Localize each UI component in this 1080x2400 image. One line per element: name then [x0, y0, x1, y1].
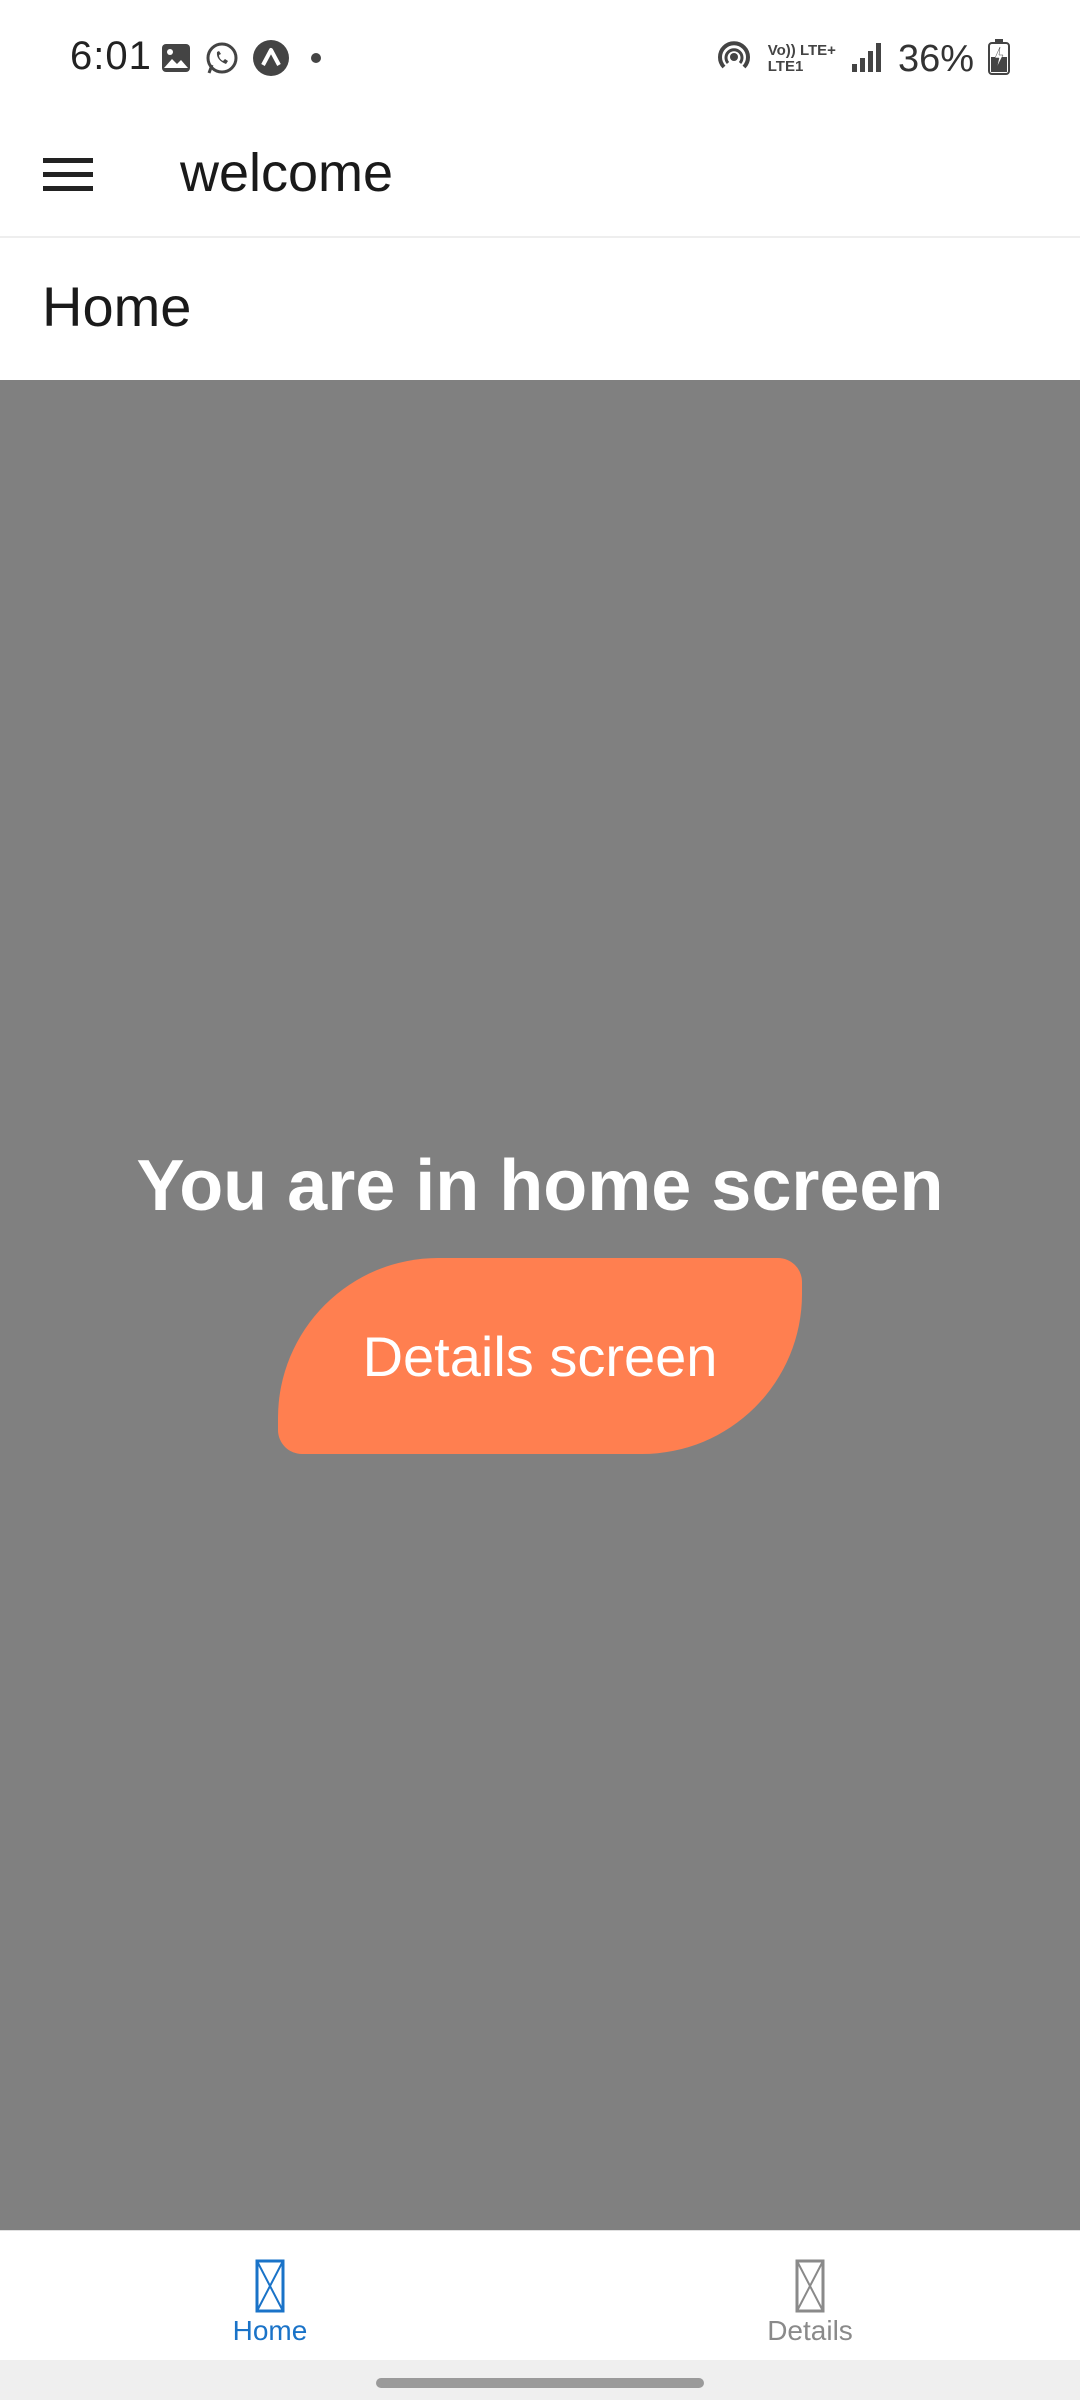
- page-header: Home: [0, 238, 1080, 380]
- main-content: You are in home screen Details screen: [0, 380, 1080, 2230]
- bottom-tab-bar: Home Details: [0, 2230, 1080, 2361]
- hotspot-icon: [714, 37, 754, 82]
- details-screen-button[interactable]: Details screen: [278, 1258, 802, 1454]
- volte-icon: Vo)) LTE+ LTE1: [768, 43, 836, 75]
- signal-icon: [850, 40, 884, 79]
- status-bar: 6:01 Vo)) LTE+ LTE1 36%: [0, 0, 1080, 120]
- system-nav-bar: [0, 2360, 1080, 2400]
- caret-app-icon: [252, 39, 290, 82]
- status-right-icons: Vo)) LTE+ LTE1 36%: [714, 34, 1010, 84]
- app-header: welcome: [0, 120, 1080, 238]
- page-title: Home: [42, 275, 192, 338]
- hamburger-menu-icon: [43, 156, 93, 197]
- home-indicator[interactable]: [376, 2378, 704, 2388]
- notification-icons: [160, 39, 330, 82]
- battery-percent: 36%: [897, 37, 974, 80]
- gallery-icon: [160, 42, 192, 79]
- status-time: 6:01: [70, 34, 152, 78]
- network-label-top: Vo)) LTE+: [767, 42, 836, 59]
- tab-details[interactable]: Details: [540, 2231, 1080, 2361]
- battery-charging-icon: [988, 38, 1010, 80]
- headline-text: You are in home screen: [136, 1146, 944, 1226]
- tab-home[interactable]: Home: [0, 2231, 540, 2361]
- placeholder-icon: [795, 2259, 825, 2313]
- tab-home-label: Home: [232, 2315, 308, 2346]
- network-label-bottom: LTE1: [767, 58, 804, 75]
- tab-details-label: Details: [767, 2315, 853, 2346]
- menu-button[interactable]: [36, 144, 100, 208]
- whatsapp-icon: [204, 40, 240, 81]
- dot-icon: [302, 44, 330, 77]
- placeholder-icon: [255, 2259, 285, 2313]
- app-title: welcome: [180, 143, 394, 203]
- details-button-label: Details screen: [362, 1324, 718, 1388]
